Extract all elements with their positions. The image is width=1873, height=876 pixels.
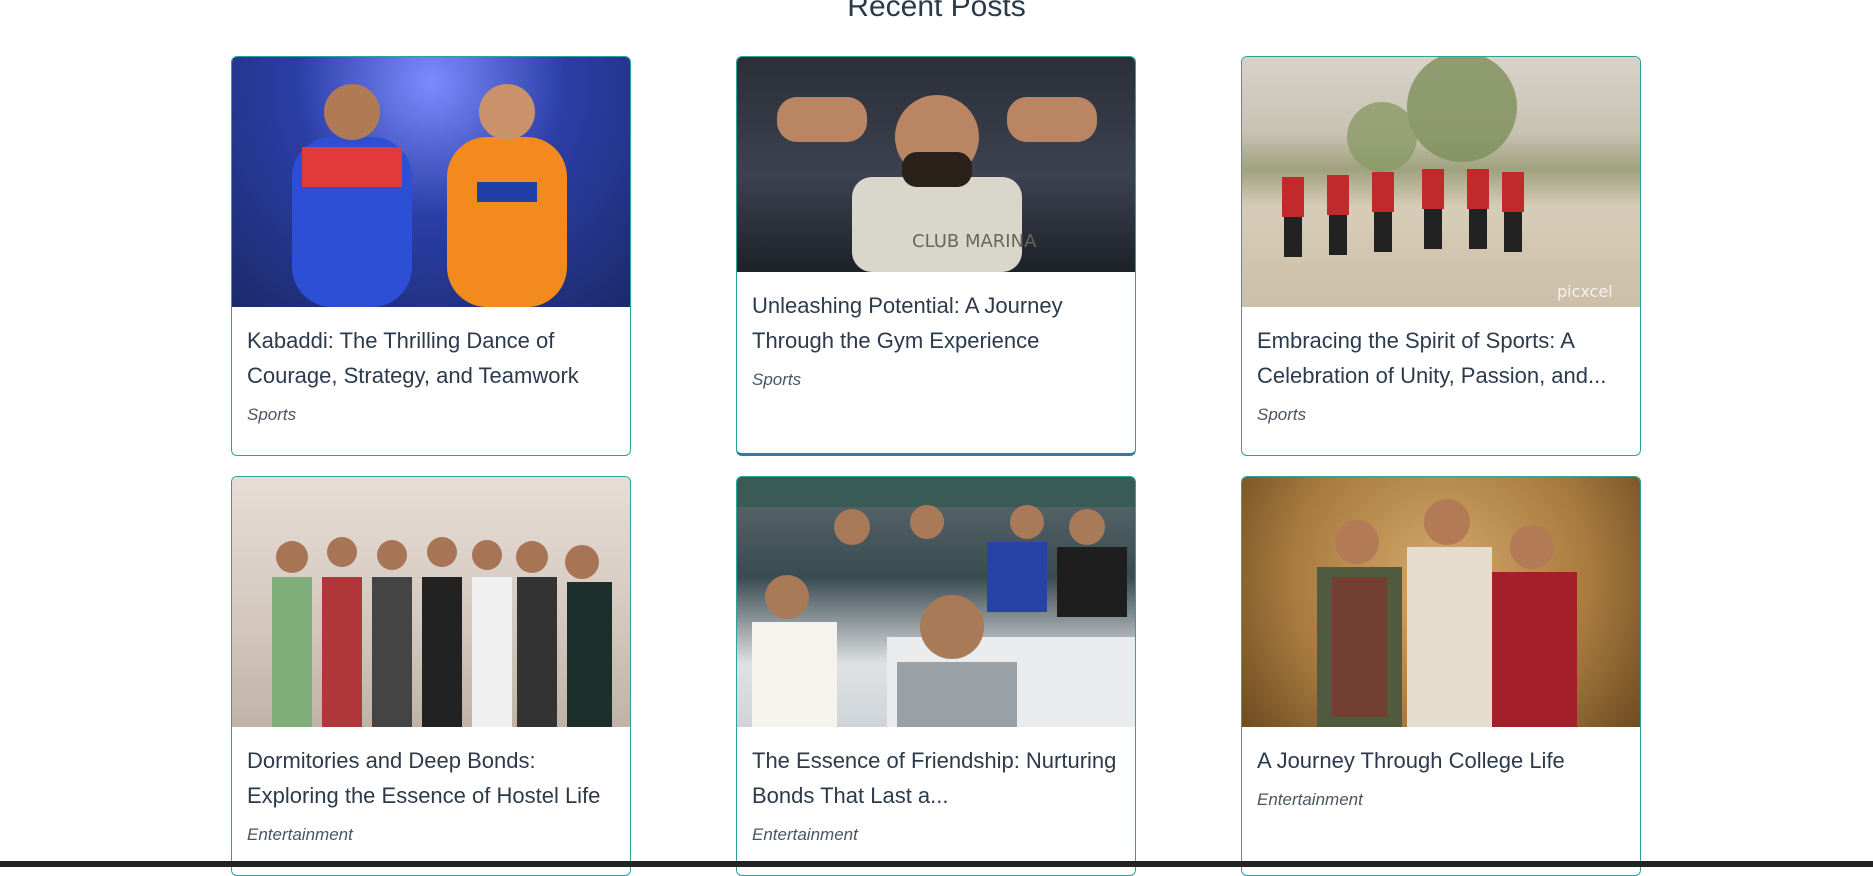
- svg-text:picxcel: picxcel: [1557, 282, 1613, 301]
- sports-field-image: picxcel: [1282, 57, 1613, 301]
- post-category: Entertainment: [1257, 790, 1363, 809]
- hostel-group-image: [272, 537, 612, 727]
- post-category: Entertainment: [247, 825, 353, 844]
- friends-table-image: [737, 477, 1135, 727]
- bottom-bar: [0, 861, 1873, 867]
- post-card-sports-spirit[interactable]: picxcel Embracing the Spirit of Sports: …: [1241, 56, 1641, 456]
- post-category: Sports: [752, 370, 802, 389]
- post-title[interactable]: Unleashing Potential: A Journey Through …: [752, 288, 1120, 358]
- recent-posts-grid: Kabaddi: The Thrilling Dance of Courage,…: [231, 56, 1641, 876]
- section-title: Recent Posts: [847, 0, 1026, 23]
- post-card-kabaddi[interactable]: Kabaddi: The Thrilling Dance of Courage,…: [231, 56, 631, 456]
- post-card-gym[interactable]: CLUB MARINA Unleashing Potential: A Jour…: [736, 56, 1136, 456]
- post-card-friendship[interactable]: The Essence of Friendship: Nurturing Bon…: [736, 476, 1136, 876]
- post-title[interactable]: The Essence of Friendship: Nurturing Bon…: [752, 743, 1120, 813]
- post-title[interactable]: A Journey Through College Life: [1257, 743, 1625, 778]
- post-thumbnail[interactable]: [232, 477, 630, 727]
- post-thumbnail[interactable]: CLUB MARINA: [737, 57, 1135, 272]
- gym-man-image: CLUB MARINA: [777, 95, 1097, 272]
- post-title[interactable]: Dormitories and Deep Bonds: Exploring th…: [247, 743, 615, 813]
- post-thumbnail[interactable]: picxcel: [1242, 57, 1640, 307]
- post-category: Sports: [247, 405, 297, 424]
- post-category: Entertainment: [752, 825, 858, 844]
- kabaddi-players-image: [292, 84, 567, 307]
- college-friends-image: [1317, 499, 1577, 727]
- post-thumbnail[interactable]: [1242, 477, 1640, 727]
- post-card-college-life[interactable]: A Journey Through College Life Entertain…: [1241, 476, 1641, 876]
- post-thumbnail[interactable]: [737, 477, 1135, 727]
- post-title[interactable]: Kabaddi: The Thrilling Dance of Courage,…: [247, 323, 615, 393]
- post-card-hostel-life[interactable]: Dormitories and Deep Bonds: Exploring th…: [231, 476, 631, 876]
- svg-text:CLUB MARINA: CLUB MARINA: [912, 231, 1037, 252]
- post-category: Sports: [1257, 405, 1307, 424]
- post-thumbnail[interactable]: [232, 57, 630, 307]
- post-title[interactable]: Embracing the Spirit of Sports: A Celebr…: [1257, 323, 1625, 393]
